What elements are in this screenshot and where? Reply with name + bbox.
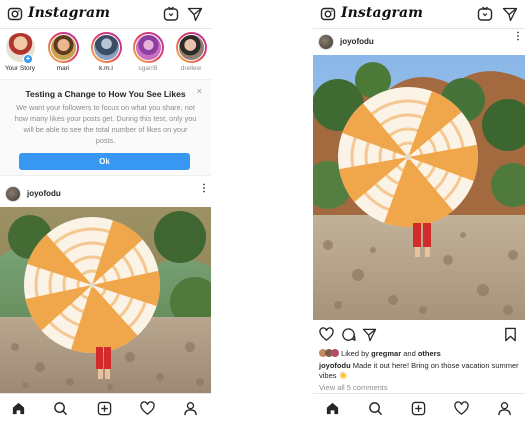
stories-tray[interactable]: + Your Story mari k.m.l sgarrB drellew	[0, 30, 211, 77]
avatar	[132, 32, 164, 63]
heart-icon[interactable]	[319, 327, 334, 342]
top-bar: Instagram	[313, 0, 525, 29]
umbrella-photo-image	[0, 207, 211, 393]
post-photo[interactable]	[0, 207, 211, 393]
story-mari[interactable]: mari	[43, 32, 83, 72]
close-icon[interactable]: ×	[197, 86, 202, 96]
more-options-icon[interactable]: ⋮	[513, 32, 523, 42]
caption: joyofodu Made it out here! Bring on thos…	[319, 361, 521, 381]
camera-icon[interactable]	[7, 6, 23, 22]
liked-by-user[interactable]: gregmar	[371, 349, 401, 358]
avatar-image	[177, 34, 205, 61]
add-post-icon[interactable]	[411, 401, 426, 416]
likes-test-notice: Testing a Change to How You See Likes × …	[0, 79, 211, 176]
story-kml[interactable]: k.m.l	[86, 32, 126, 72]
top-bar: Instagram	[0, 0, 211, 29]
post-header: joyofodu ⋮	[0, 181, 211, 207]
view-all-comments-link[interactable]: View all 5 comments	[319, 383, 388, 392]
story-name: mari	[56, 65, 70, 72]
avatar-image	[92, 34, 120, 61]
avatar[interactable]	[318, 34, 334, 50]
add-post-icon[interactable]	[97, 401, 112, 416]
share-icon[interactable]	[362, 327, 377, 342]
heart-icon[interactable]	[140, 401, 155, 416]
post-username[interactable]: joyofodu	[340, 37, 374, 46]
story-sgarrb[interactable]: sgarrB	[128, 32, 168, 72]
avatar[interactable]	[5, 186, 21, 202]
avatar-image	[134, 34, 162, 61]
direct-message-icon[interactable]	[502, 6, 518, 22]
caption-username[interactable]: joyofodu	[319, 361, 351, 370]
search-icon[interactable]	[368, 401, 383, 416]
add-story-icon[interactable]: +	[23, 54, 33, 64]
post-header: joyofodu ⋮	[313, 29, 525, 55]
liked-by-row: Liked by gregmar and others	[319, 349, 521, 359]
igtv-icon[interactable]	[477, 6, 493, 22]
profile-icon[interactable]	[183, 401, 198, 416]
home-icon[interactable]	[11, 401, 26, 416]
home-icon[interactable]	[325, 401, 340, 416]
heart-icon[interactable]	[454, 401, 469, 416]
umbrella-photo-image	[313, 55, 525, 320]
avatar-image	[49, 34, 77, 61]
bookmark-icon[interactable]	[503, 327, 518, 342]
story-name: drellew	[180, 65, 202, 72]
search-icon[interactable]	[53, 401, 68, 416]
igtv-icon[interactable]	[163, 6, 179, 22]
story-drellew[interactable]: drellew	[171, 32, 211, 72]
story-name: k.m.l	[99, 65, 113, 72]
comment-icon[interactable]	[341, 327, 356, 342]
post-username[interactable]: joyofodu	[27, 189, 61, 198]
liked-by-and: and	[403, 349, 416, 358]
view-comments-row: View all 5 comments	[319, 383, 521, 393]
story-your-story[interactable]: + Your Story	[0, 32, 40, 72]
post-actions	[313, 324, 525, 346]
avatar	[331, 349, 339, 357]
more-options-icon[interactable]: ⋮	[199, 184, 209, 194]
ok-button[interactable]: Ok	[19, 153, 190, 170]
story-name: Your Story	[4, 65, 36, 72]
avatar	[90, 32, 122, 63]
post-photo[interactable]	[313, 55, 525, 320]
avatar	[47, 32, 79, 63]
liked-by-prefix: Liked by	[341, 349, 370, 358]
profile-icon[interactable]	[497, 401, 512, 416]
notice-title: Testing a Change to How You See Likes	[25, 89, 186, 99]
notice-body: We want your followers to focus on what …	[14, 103, 197, 145]
bottom-nav	[313, 393, 525, 422]
instagram-logo: Instagram	[341, 5, 424, 21]
direct-message-icon[interactable]	[187, 6, 203, 22]
right-phone-screen: Instagram joyofodu ⋮ Liked by gregmar an…	[313, 0, 525, 422]
bottom-nav	[0, 393, 211, 422]
left-phone-screen: Instagram + Your Story mari k.m.l sgarrB…	[0, 0, 211, 422]
story-name: sgarrB	[138, 65, 158, 72]
liked-by-others[interactable]: others	[418, 349, 441, 358]
instagram-logo: Instagram	[28, 5, 111, 21]
avatar	[175, 32, 207, 63]
camera-icon[interactable]	[320, 6, 336, 22]
